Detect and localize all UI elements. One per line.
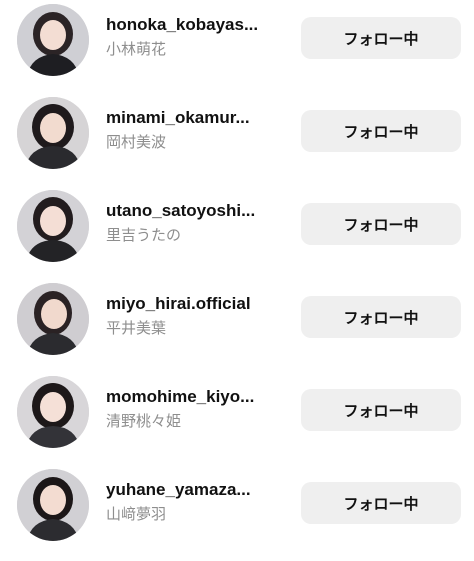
avatar-face <box>40 113 66 143</box>
avatar-face <box>40 392 66 422</box>
avatar-face <box>41 299 67 329</box>
avatar[interactable] <box>17 469 89 541</box>
following-button[interactable]: フォロー中 <box>301 296 461 338</box>
list-item[interactable]: yuhane_yamaza... 山﨑夢羽 フォロー中 <box>0 465 474 545</box>
avatar-face <box>40 206 66 236</box>
list-item[interactable]: miyo_hirai.official 平井美葉 フォロー中 <box>0 279 474 359</box>
display-name: 里吉うたの <box>106 227 182 244</box>
profile-photo <box>17 4 89 76</box>
following-button[interactable]: フォロー中 <box>301 17 461 59</box>
username[interactable]: momohime_kiyo... <box>106 386 281 408</box>
profile-photo <box>17 469 89 541</box>
following-button[interactable]: フォロー中 <box>301 110 461 152</box>
display-name: 山﨑夢羽 <box>106 506 167 523</box>
username[interactable]: yuhane_yamaza... <box>106 479 281 501</box>
profile-photo <box>17 283 89 355</box>
username[interactable]: minami_okamur... <box>106 107 281 129</box>
following-button[interactable]: フォロー中 <box>301 389 461 431</box>
following-button[interactable]: フォロー中 <box>301 203 461 245</box>
username[interactable]: honoka_kobayas... <box>106 14 281 36</box>
username[interactable]: utano_satoyoshi... <box>106 200 281 222</box>
list-item[interactable]: utano_satoyoshi... 里吉うたの フォロー中 <box>0 186 474 266</box>
list-item[interactable]: honoka_kobayas... 小林萌花 フォロー中 <box>0 0 474 80</box>
following-list: honoka_kobayas... 小林萌花 フォロー中 minami_okam… <box>0 0 474 561</box>
avatar[interactable] <box>17 190 89 262</box>
profile-photo <box>17 97 89 169</box>
username[interactable]: miyo_hirai.official <box>106 293 281 315</box>
profile-photo <box>17 190 89 262</box>
avatar[interactable] <box>17 4 89 76</box>
avatar[interactable] <box>17 376 89 448</box>
display-name: 平井美葉 <box>106 320 167 337</box>
avatar[interactable] <box>17 283 89 355</box>
avatar-face <box>40 20 66 50</box>
avatar-face <box>40 485 66 515</box>
avatar[interactable] <box>17 97 89 169</box>
list-item[interactable]: momohime_kiyo... 清野桃々姫 フォロー中 <box>0 372 474 452</box>
following-button[interactable]: フォロー中 <box>301 482 461 524</box>
profile-photo <box>17 376 89 448</box>
display-name: 小林萌花 <box>106 41 167 58</box>
display-name: 岡村美波 <box>106 134 167 151</box>
display-name: 清野桃々姫 <box>106 413 182 430</box>
list-item[interactable]: minami_okamur... 岡村美波 フォロー中 <box>0 93 474 173</box>
